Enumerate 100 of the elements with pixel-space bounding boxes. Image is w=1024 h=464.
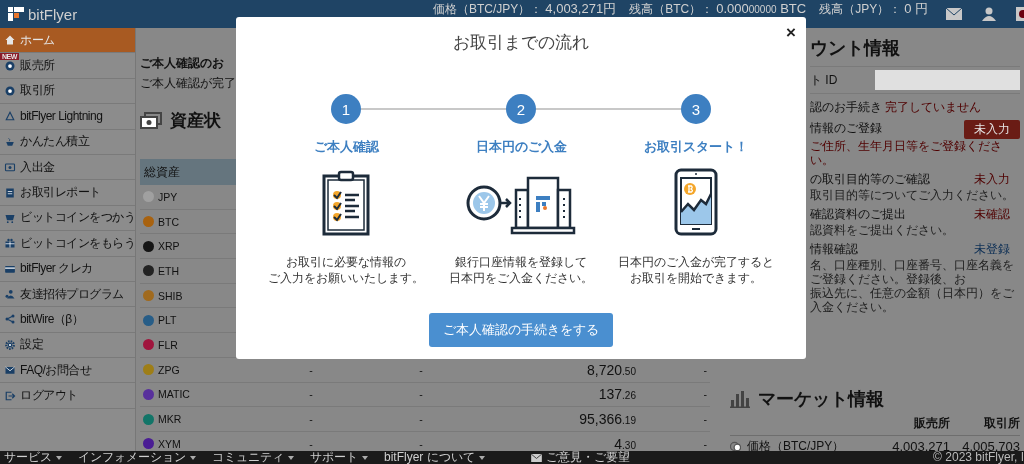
amount-cell: 4.30 [614, 435, 636, 452]
footer-menu[interactable]: コミュニティ [212, 451, 284, 464]
table-header: 総資産 [143, 163, 180, 181]
sidebar-item[interactable]: 友達招待プログラム [0, 281, 135, 308]
notice-text: ご本人確認が完了 [140, 76, 237, 90]
coin-name: JPY [158, 190, 178, 203]
share-icon [4, 313, 16, 326]
mail-icon[interactable] [946, 8, 962, 20]
triangle-icon [4, 110, 16, 123]
status-value: 完了していません [885, 100, 982, 114]
sidebar-item[interactable]: bitFlyer Lightning [0, 104, 135, 130]
step-description: 銀行口座情報を登録して 日本円をご入金ください。 [449, 254, 593, 286]
step-note: ご住所、生年月日等をご登録ください。 [810, 139, 1003, 167]
price-value: 4,003,271円 [545, 2, 617, 15]
logout-icon [4, 389, 16, 402]
modal-title: お取引までの流れ [453, 32, 589, 54]
market-heading: マーケット情報 [758, 387, 884, 411]
people-icon [4, 288, 16, 301]
logo-text: bitFlyer [28, 5, 78, 23]
step-number: 2 [506, 94, 536, 124]
step-number: 1 [331, 94, 361, 124]
gear-icon [4, 338, 16, 351]
sidebar-item[interactable]: かんたん積立 [0, 129, 135, 155]
step-note: 振込先に、任意の金額（日本円）をご入金ください。 [810, 286, 1015, 314]
coins-icon [730, 440, 741, 452]
step-note: 名、口座種別、口座番号、口座名義をご登録ください。登録後、お [810, 258, 1015, 286]
status-tag: 未入力 [964, 120, 1020, 139]
coin-name: ETH [158, 264, 179, 277]
table-cell: - [703, 388, 707, 401]
coin-icon [4, 59, 16, 72]
logo-icon [8, 7, 24, 21]
sidebar-item[interactable]: bitFlyer クレカ [0, 256, 135, 282]
sidebar-item[interactable]: ログアウト [0, 383, 135, 409]
jpy-balance-label: 残高（JPY）： [819, 3, 902, 16]
bar-chart-icon [730, 389, 750, 408]
sidebar-item[interactable]: 入出金 [0, 154, 135, 181]
column-header: 販売所 [913, 414, 950, 432]
caret-icon [56, 455, 62, 460]
status-tag: 未確認 [974, 206, 1020, 223]
coin-icon [4, 84, 16, 97]
price-label: 価格（BTC/JPY）： [432, 3, 543, 16]
step-description: お取引に必要な情報の ご入力をお願いいたします。 [268, 254, 424, 286]
coin-name: MATIC [158, 388, 190, 401]
step-note: 取引目的等についてご入力ください。 [810, 188, 1015, 202]
btc-balance-value: 0.00000000 BTC [716, 2, 807, 16]
step-number: 3 [681, 94, 711, 124]
step-title: 情報のご登録 [810, 120, 883, 137]
id-label: ト ID [810, 71, 838, 89]
footer-menu[interactable]: サポート [310, 451, 358, 464]
sidebar-item[interactable]: bitWire（β） [0, 307, 135, 333]
status-tag: 未入力 [974, 171, 1020, 188]
notice-title: ご本人確認のお [140, 56, 225, 70]
table-cell: - [309, 363, 313, 376]
step-title: ご本人確認 [313, 138, 379, 156]
sidebar-item[interactable]: 設定 [0, 332, 135, 359]
table-cell: - [309, 388, 313, 401]
jpy-balance-value: 0 円 [904, 2, 928, 15]
table-cell: - [703, 363, 707, 376]
status-label: 認のお手続き [810, 100, 882, 114]
amount-cell: 95,366.19 [579, 411, 636, 428]
wallet-icon [4, 161, 16, 174]
account-heading: ウント情報 [810, 37, 901, 60]
step-title: の取引目的等のご確認 [810, 171, 931, 188]
step-description: 日本円のご入金が完了すると お取引を開始できます。 [618, 254, 774, 286]
footer-menu[interactable]: サービス [4, 451, 52, 464]
coin-name: ZPG [158, 363, 180, 376]
verify-identity-button[interactable]: ご本人確認の手続きをする [429, 313, 613, 347]
step-title: 情報確認 [810, 241, 859, 258]
sidebar-item[interactable]: ホーム [0, 28, 135, 54]
footer-menu[interactable]: bitFlyer について [384, 451, 475, 464]
sidebar-item[interactable]: 取引所 [0, 78, 135, 105]
amount-cell: 137.26 [598, 386, 636, 403]
document-icon [4, 186, 16, 199]
sidebar-item[interactable]: FAQ/お問合せ [0, 358, 135, 384]
cup-icon [4, 135, 16, 148]
close-button[interactable]: × [786, 23, 796, 43]
table-cell: - [703, 437, 707, 450]
feedback-link[interactable]: ご意見・ご要望 [545, 451, 630, 464]
mail-icon [4, 364, 16, 377]
sidebar-item[interactable]: ビットコインをつかう [0, 205, 135, 232]
status-tag: 未登録 [974, 241, 1020, 258]
table-cell: - [703, 413, 707, 426]
sidebar-item[interactable]: お取引レポート [0, 180, 135, 206]
table-cell: - [419, 388, 423, 401]
coin-name: FLR [158, 338, 178, 351]
table-cell: - [309, 413, 313, 426]
table-cell: - [419, 413, 423, 426]
amount-cell: 8,720.50 [587, 361, 636, 378]
caret-icon [190, 455, 196, 460]
sidebar-item[interactable]: ビットコインをもらう [0, 231, 135, 257]
gift-icon [4, 237, 16, 250]
coin-name: XYM [158, 437, 181, 450]
assets-heading: 資産状 [170, 110, 221, 132]
btc-balance-label: 残高（BTC）： [629, 3, 714, 16]
footer-menu[interactable]: インフォメーション [78, 451, 186, 464]
coin-name: SHIB [158, 289, 183, 302]
user-icon[interactable] [982, 7, 996, 21]
table-cell: - [419, 363, 423, 376]
coin-name: XRP [158, 240, 180, 253]
coin-name: PLT [158, 314, 177, 327]
